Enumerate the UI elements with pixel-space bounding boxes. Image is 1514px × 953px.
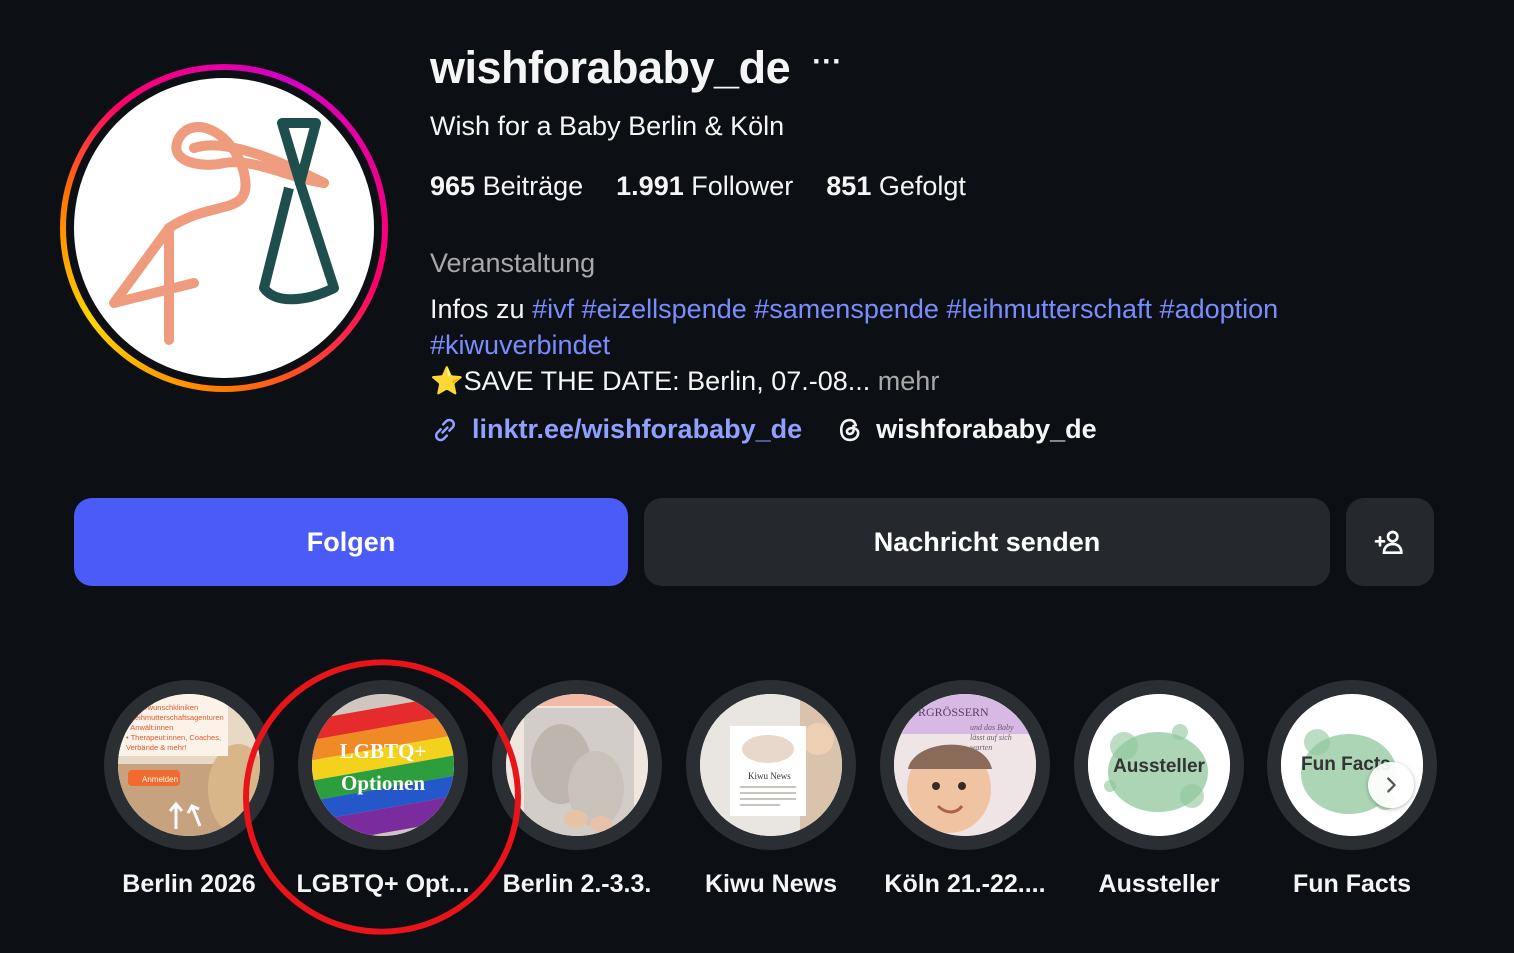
svg-text:Aussteller: Aussteller bbox=[1113, 756, 1205, 777]
threads-icon bbox=[840, 418, 860, 441]
send-message-button[interactable]: Nachricht senden bbox=[644, 498, 1330, 586]
bio-line-1: Infos zu #ivf #eizellspende #samenspende… bbox=[430, 291, 1430, 327]
bio-line-3: ⭐SAVE THE DATE: Berlin, 07.-08... mehr bbox=[430, 363, 1430, 399]
bio-more-link[interactable]: mehr bbox=[878, 366, 940, 396]
highlight-cover: Aussteller bbox=[1088, 694, 1230, 836]
hashtag-link[interactable]: #samenspende bbox=[754, 294, 939, 324]
profile-links: linktr.ee/wishforababy_de wishforababy_d… bbox=[430, 414, 1097, 445]
following-label: Gefolgt bbox=[878, 171, 966, 201]
highlight-label: Köln 21.-22.... bbox=[884, 870, 1046, 898]
link-icon bbox=[434, 418, 456, 441]
highlight-label: Kiwu News bbox=[705, 870, 837, 898]
username: wishforababy_de bbox=[430, 42, 791, 93]
svg-text:Verbände & mehr!: Verbände & mehr! bbox=[126, 743, 186, 752]
highlight-label: Fun Facts bbox=[1292, 870, 1412, 898]
bio-line-2: #kiwuverbindet bbox=[430, 327, 1430, 363]
highlight-label: Berlin 2.-3.3. bbox=[502, 870, 652, 898]
posts-count: 965 bbox=[430, 171, 476, 201]
svg-text:RGRÖSSERN: RGRÖSSERN bbox=[918, 705, 989, 719]
posts-stat: 965 Beiträge bbox=[430, 171, 583, 202]
profile-avatar[interactable] bbox=[74, 78, 374, 378]
svg-text:Optionen: Optionen bbox=[341, 771, 425, 795]
hashtag-link[interactable]: #ivf bbox=[532, 294, 574, 324]
followers-stat[interactable]: 1.991 Follower bbox=[616, 171, 793, 202]
hashtag-link[interactable]: #eizellspende bbox=[582, 294, 747, 324]
svg-text:• Leihmutterschaftsagenturen: • Leihmutterschaftsagenturen bbox=[126, 713, 224, 722]
username-row: wishforababy_de ··· bbox=[430, 42, 842, 94]
svg-text:• Therapeut:innen, Coaches,: • Therapeut:innen, Coaches, bbox=[126, 733, 221, 742]
svg-text:• Anwält:innen: • Anwält:innen bbox=[126, 723, 173, 732]
suggested-users-button[interactable] bbox=[1346, 498, 1434, 586]
profile-avatar-ring[interactable] bbox=[60, 64, 388, 392]
external-link[interactable]: linktr.ee/wishforababy_de bbox=[430, 414, 802, 445]
profile-category: Veranstaltung bbox=[430, 248, 596, 278]
highlight-cover: LGBTQ+ Optionen bbox=[312, 694, 454, 836]
external-link-text: linktr.ee/wishforababy_de bbox=[472, 414, 803, 444]
threads-username: wishforababy_de bbox=[876, 414, 1097, 444]
threads-link[interactable]: wishforababy_de bbox=[836, 414, 1097, 445]
highlight-cover: Kinderwunschkliniken • Leihmutterschafts… bbox=[118, 694, 260, 836]
posts-label: Beiträge bbox=[482, 171, 584, 201]
svg-text:Kiwu News: Kiwu News bbox=[748, 771, 791, 781]
highlight-cover: RGRÖSSERN und das Baby lässt auf sich wa… bbox=[894, 694, 1036, 836]
svg-text:lässt auf sich: lässt auf sich bbox=[970, 733, 1012, 742]
profile-full-name: Wish for a Baby Berlin & Köln bbox=[430, 111, 785, 141]
svg-text:LGBTQ+: LGBTQ+ bbox=[340, 739, 427, 763]
hashtag-link[interactable]: #kiwuverbindet bbox=[430, 330, 610, 360]
more-horizontal-icon[interactable]: ··· bbox=[812, 47, 842, 77]
bio-save-the-date: ⭐SAVE THE DATE: Berlin, 07.-08... bbox=[430, 366, 871, 396]
highlight-label: Aussteller bbox=[1098, 870, 1220, 898]
svg-text:Anmelden: Anmelden bbox=[142, 775, 178, 784]
followers-label: Follower bbox=[691, 171, 794, 201]
highlight-label: Berlin 2026 bbox=[122, 870, 256, 898]
following-stat[interactable]: 851 Gefolgt bbox=[826, 171, 966, 202]
stork-logo bbox=[109, 118, 339, 345]
follow-button[interactable]: Folgen bbox=[74, 498, 628, 586]
highlight-label: LGBTQ+ Opt... bbox=[296, 870, 470, 898]
profile-bio: Infos zu #ivf #eizellspende #samenspende… bbox=[430, 291, 1430, 399]
svg-text:und das Baby: und das Baby bbox=[970, 723, 1014, 732]
chevron-right-icon bbox=[1387, 777, 1396, 793]
highlights-next-button[interactable] bbox=[1368, 762, 1414, 808]
bio-prefix: Infos zu bbox=[430, 294, 525, 324]
highlight-cover bbox=[506, 694, 648, 836]
following-count: 851 bbox=[826, 171, 872, 201]
add-user-icon bbox=[1374, 530, 1403, 554]
hashtag-link[interactable]: #adoption bbox=[1160, 294, 1279, 324]
followers-count: 1.991 bbox=[616, 171, 684, 201]
highlight-cover: Kiwu News bbox=[700, 694, 842, 836]
profile-stats: 965 Beiträge 1.991 Follower 851 Gefolgt bbox=[430, 171, 966, 202]
hashtag-link[interactable]: #leihmutterschaft bbox=[946, 294, 1152, 324]
